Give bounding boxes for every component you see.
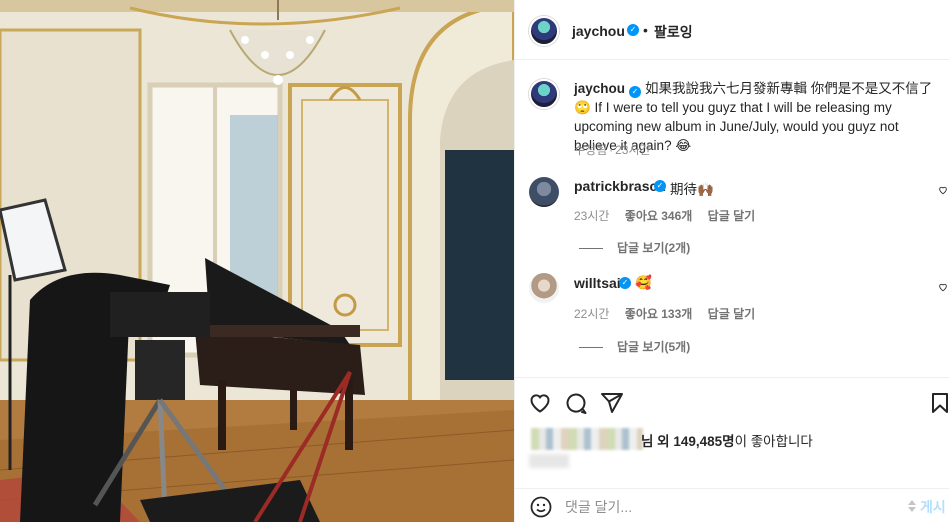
- post-header: jaychou ✓ • 팔로잉: [515, 0, 949, 60]
- comment-input[interactable]: 댓글 달기...: [565, 497, 632, 517]
- comment-text: 期待🙌🏾: [670, 182, 714, 197]
- comment-username[interactable]: willtsai: [574, 275, 621, 291]
- comment-avatar[interactable]: [529, 177, 559, 207]
- likes-count-text: 님 외 149,485명: [641, 434, 735, 449]
- comments-list[interactable]: jaychou ✓ 如果我說我六七月發新專輯 你們是不是又不信了🙄 If I wer…: [515, 61, 949, 377]
- post-photo[interactable]: [0, 0, 514, 522]
- heart-icon[interactable]: [528, 391, 552, 415]
- verified-icon: ✓: [627, 24, 639, 36]
- liker-avatars-blurred: [531, 428, 643, 450]
- likes-suffix: 이 좋아합니다: [734, 434, 813, 449]
- post-side-panel: jaychou ✓ • 팔로잉 jaychou ✓ 如果我說我六七月發新專輯 你們是…: [514, 0, 949, 522]
- comment-like-heart-icon[interactable]: [938, 282, 948, 292]
- bookmark-icon[interactable]: [928, 391, 949, 415]
- caption-username[interactable]: jaychou: [574, 81, 625, 96]
- edited-label: 수정됨: [574, 143, 608, 157]
- view-replies-button[interactable]: 답글 보기(5개): [579, 338, 690, 355]
- caption-avatar[interactable]: [529, 79, 559, 109]
- comment-meta: 23시간 좋아요 346개 답글 달기: [574, 207, 767, 224]
- post-comment-button[interactable]: 게시: [907, 497, 946, 517]
- following-button[interactable]: 팔로잉: [654, 22, 693, 42]
- post-time-blurred: [529, 454, 569, 468]
- post-label: 게시: [920, 499, 946, 515]
- author-avatar[interactable]: [529, 16, 559, 46]
- photo-illustration: [0, 0, 514, 522]
- emoji-icon[interactable]: [529, 495, 553, 519]
- comment-likes[interactable]: 좋아요 133개: [625, 307, 693, 321]
- header-separator: •: [643, 22, 648, 38]
- verified-icon: ✓: [619, 277, 631, 289]
- comment-likes[interactable]: 좋아요 346개: [625, 209, 693, 223]
- drag-handle-icon: [908, 500, 916, 512]
- verified-icon: ✓: [654, 180, 666, 192]
- comment-username[interactable]: patrickbrasca: [574, 178, 665, 194]
- caption-meta-separator: ·: [609, 143, 614, 157]
- view-replies-label: 답글 보기(2개): [617, 241, 691, 255]
- comment-text: 🥰: [635, 275, 652, 290]
- action-bar: 님 외 149,485명이 좋아합니다 댓글 달기... 게시: [515, 377, 949, 522]
- caption-meta: 수정됨 · 23시간: [574, 141, 663, 158]
- comment-time[interactable]: 23시간: [574, 209, 609, 223]
- caption-verified-icon: ✓: [629, 86, 642, 98]
- share-icon[interactable]: [600, 391, 624, 415]
- caption-time[interactable]: 23시간: [615, 143, 650, 157]
- likes-count[interactable]: 님 외 149,485명이 좋아합니다: [641, 430, 813, 450]
- replies-line: [579, 248, 603, 250]
- reply-button[interactable]: 답글 달기: [708, 307, 756, 321]
- comment-time[interactable]: 22시간: [574, 307, 609, 321]
- reply-button[interactable]: 답글 달기: [708, 209, 756, 223]
- replies-line: [579, 347, 603, 349]
- comment-meta: 22시간 좋아요 133개 답글 달기: [574, 305, 767, 322]
- author-username[interactable]: jaychou: [572, 23, 625, 39]
- view-replies-button[interactable]: 답글 보기(2개): [579, 239, 690, 256]
- comment-icon[interactable]: [564, 391, 588, 415]
- comment-avatar[interactable]: [529, 273, 559, 303]
- add-comment-bar: 댓글 달기... 게시: [515, 488, 949, 522]
- comment-like-heart-icon[interactable]: [938, 185, 948, 195]
- view-replies-label: 답글 보기(5개): [617, 340, 691, 354]
